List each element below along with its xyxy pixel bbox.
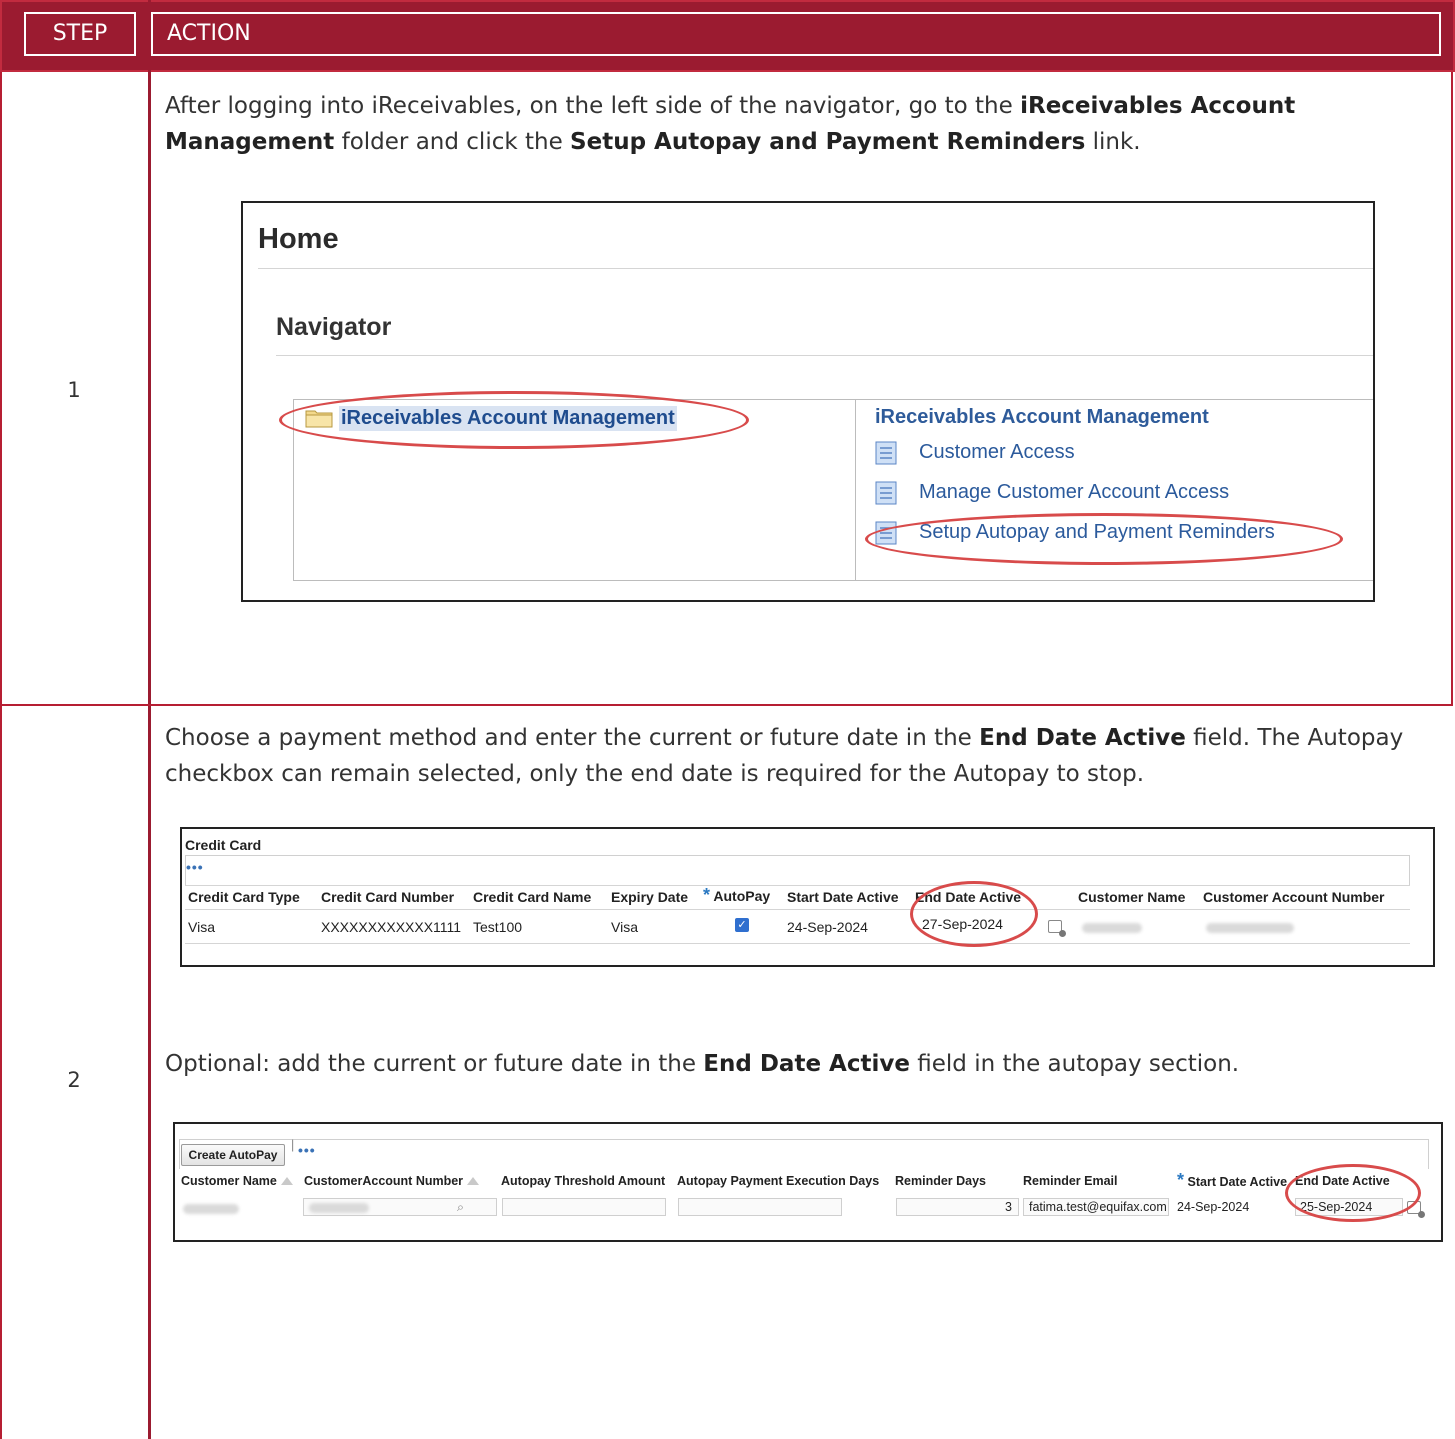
redacted-value <box>183 1204 239 1214</box>
divider <box>185 909 1410 910</box>
column-divider <box>148 0 151 1439</box>
navigator-title: Navigator <box>276 313 392 341</box>
end-date-value: 25-Sep-2024 <box>1300 1200 1373 1214</box>
table-header: STEP ACTION <box>0 0 1455 72</box>
start-date-value: 24-Sep-2024 <box>1177 1200 1250 1214</box>
toolbar-separator: | <box>291 1138 295 1152</box>
reminder-days-value: 3 <box>1005 1200 1012 1214</box>
reminder-email-value: fatima.test@equifax.com <box>1029 1200 1167 1214</box>
document-icon <box>875 521 897 545</box>
sort-icon[interactable] <box>467 1177 480 1186</box>
column-header-customer-name[interactable]: Customer Name <box>181 1174 296 1188</box>
redacted-value <box>1206 923 1294 933</box>
column-header: Credit Card Name <box>473 889 592 905</box>
autopay-screenshot: Create AutoPay | ••• Customer Name Custo… <box>173 1122 1443 1242</box>
table-border-left <box>0 72 2 1439</box>
sort-icon[interactable] <box>280 1177 293 1186</box>
column-header: End Date Active <box>1295 1174 1390 1188</box>
column-header-autopay: * AutoPay <box>703 885 771 905</box>
more-actions-icon[interactable]: ••• <box>186 859 204 875</box>
calendar-icon[interactable] <box>1407 1201 1425 1218</box>
task-label: Setup Autopay and Payment Reminders <box>919 521 1275 543</box>
table-cell: Visa <box>611 919 638 935</box>
divider <box>185 943 1410 944</box>
table-cell: Test100 <box>473 919 523 935</box>
autopay-checkbox[interactable]: ✓ <box>735 918 749 932</box>
column-header: Credit Card Number <box>321 889 455 905</box>
table-border-right <box>1451 72 1453 706</box>
home-title: Home <box>258 223 339 255</box>
column-header: End Date Active <box>915 889 1022 905</box>
create-autopay-button[interactable]: Create AutoPay <box>181 1144 285 1166</box>
redacted-value <box>1082 923 1142 933</box>
column-header-account-number[interactable]: CustomerAccount Number <box>304 1174 482 1188</box>
task-label: Customer Access <box>919 441 1075 463</box>
column-header: Customer Name <box>1078 889 1186 905</box>
step-instruction: After logging into iReceivables, on the … <box>165 93 1296 155</box>
calendar-icon[interactable] <box>1048 920 1066 937</box>
folder-icon <box>305 410 333 428</box>
table-cell: 24-Sep-2024 <box>787 919 868 935</box>
step-column-header: STEP <box>24 12 136 56</box>
redacted-value <box>309 1203 369 1213</box>
optional-instruction: Optional: add the current or future date… <box>165 1051 1240 1077</box>
navigator-screenshot: Home Navigator iReceivables Account Mana… <box>241 201 1375 602</box>
action-column-header: ACTION <box>151 12 1441 56</box>
panel-divider <box>855 399 856 581</box>
step-number: 1 <box>67 378 81 402</box>
table-toolbar <box>185 855 1410 885</box>
credit-card-title: Credit Card <box>185 837 262 853</box>
credit-card-screenshot: Credit Card ••• Credit Card Type Credit … <box>180 827 1435 967</box>
document-icon <box>875 481 897 505</box>
column-header: Autopay Payment Execution Days <box>677 1174 880 1188</box>
column-header: Reminder Email <box>1023 1174 1118 1188</box>
folder-ireceivables-account-management[interactable]: iReceivables Account Management <box>339 406 677 431</box>
task-label: Manage Customer Account Access <box>919 481 1230 503</box>
table-cell: Visa <box>188 919 215 935</box>
column-header: Autopay Threshold Amount <box>501 1174 666 1188</box>
more-actions-icon[interactable]: ••• <box>298 1142 316 1158</box>
search-icon[interactable]: ⌕ <box>457 1200 464 1215</box>
column-header: Credit Card Type <box>188 889 300 905</box>
table-cell: XXXXXXXXXXXX1111 <box>321 919 462 935</box>
execution-days-input[interactable] <box>678 1198 842 1216</box>
step-number: 2 <box>67 1068 81 1092</box>
column-header: Expiry Date <box>611 889 689 905</box>
divider <box>185 885 1410 886</box>
end-date-input[interactable]: 27-Sep-2024 <box>922 916 1003 932</box>
column-header: Reminder Days <box>895 1174 987 1188</box>
document-icon <box>875 441 897 465</box>
panel-heading: iReceivables Account Management <box>875 406 1209 428</box>
divider <box>276 355 1373 356</box>
table-toolbar <box>179 1139 1429 1169</box>
row-divider <box>0 704 1453 706</box>
step-instruction: Choose a payment method and enter the cu… <box>165 725 1404 787</box>
reminder-days-input[interactable] <box>896 1198 1019 1216</box>
divider <box>258 268 1373 269</box>
column-header: Start Date Active <box>787 889 899 905</box>
column-header-start-date: * Start Date Active <box>1177 1170 1288 1190</box>
threshold-amount-input[interactable] <box>502 1198 666 1216</box>
column-header: Customer Account Number <box>1203 889 1385 905</box>
